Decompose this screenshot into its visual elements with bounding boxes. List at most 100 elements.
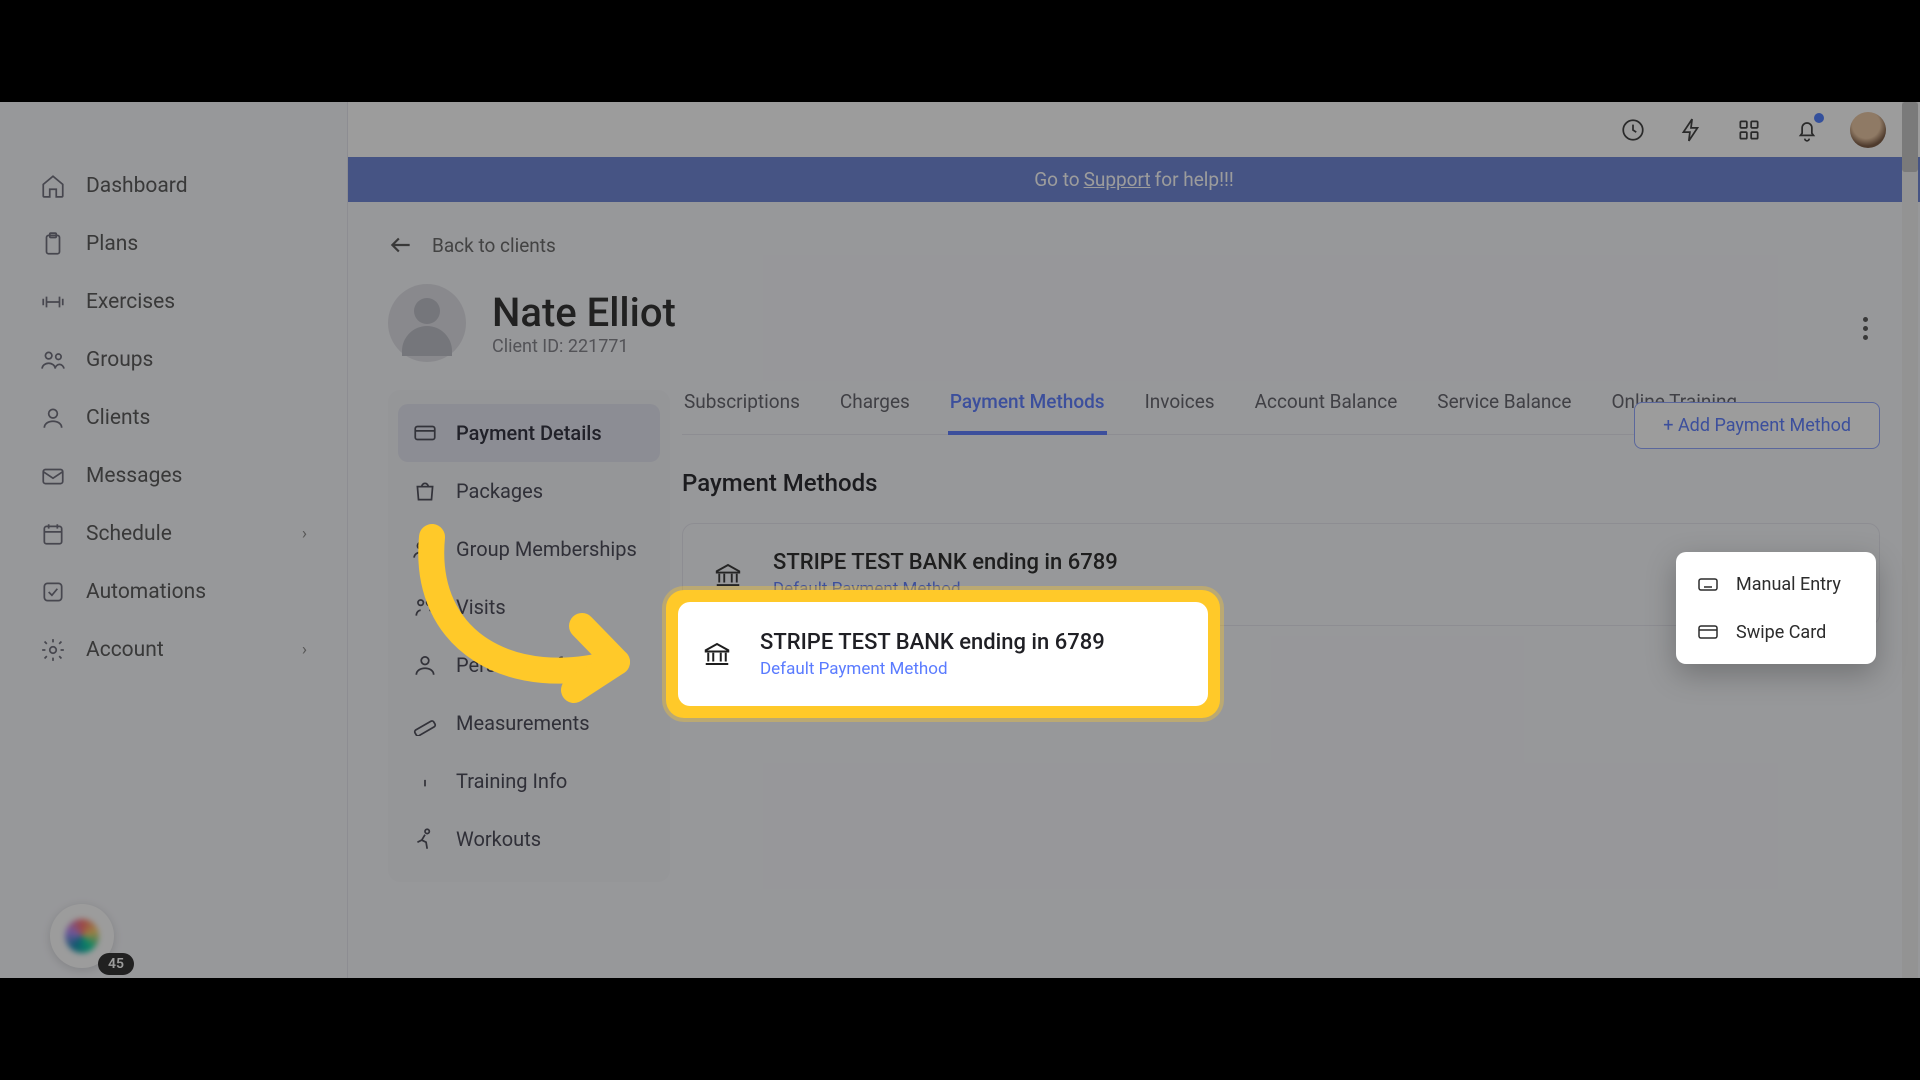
user-avatar[interactable] — [1850, 112, 1886, 148]
sidebar-item-label: Clients — [86, 406, 150, 430]
client-menu-payment-details[interactable]: Payment Details — [398, 404, 660, 462]
tab-subscriptions[interactable]: Subscriptions — [682, 390, 802, 434]
sidebar-item-label: Exercises — [86, 290, 175, 314]
scrollbar-track — [1902, 102, 1918, 978]
sidebar-item-label: Account — [86, 638, 164, 662]
annotation-spotlight: STRIPE TEST BANK ending in 6789 Default … — [666, 590, 1220, 718]
notifications-button[interactable] — [1792, 115, 1822, 145]
client-menu-label: Payment Details — [456, 421, 602, 445]
sidebar-item-clients[interactable]: Clients — [0, 389, 347, 447]
person-icon — [40, 405, 66, 431]
clipboard-icon — [40, 231, 66, 257]
card-icon — [412, 420, 438, 446]
tab-service-balance[interactable]: Service Balance — [1435, 390, 1573, 434]
people-icon — [40, 347, 66, 373]
client-menu-personal-info[interactable]: Personal Info — [398, 636, 660, 694]
apps-button[interactable] — [1734, 115, 1764, 145]
quick-actions-button[interactable] — [1676, 115, 1706, 145]
group-icon — [412, 536, 438, 562]
sidebar-item-messages[interactable]: Messages — [0, 447, 347, 505]
add-payment-method-button[interactable]: + Add Payment Method — [1634, 402, 1880, 449]
client-menu-label: Group Memberships — [456, 537, 637, 561]
tab-charges[interactable]: Charges — [838, 390, 912, 434]
bank-icon — [702, 639, 732, 669]
chevron-right-icon: › — [302, 640, 307, 660]
scrollbar-thumb[interactable] — [1902, 102, 1918, 172]
annotation-spotlight-card: STRIPE TEST BANK ending in 6789 Default … — [678, 602, 1208, 706]
arrow-left-icon — [388, 232, 414, 258]
annotation-spotlight-title: STRIPE TEST BANK ending in 6789 — [760, 630, 1105, 655]
people-small-icon — [412, 594, 438, 620]
sidebar-item-plans[interactable]: Plans — [0, 215, 347, 273]
clock-icon — [1620, 117, 1646, 143]
banner-text-suffix: for help!!! — [1155, 168, 1234, 191]
person-icon — [412, 652, 438, 678]
client-menu-training-info[interactable]: Training Info — [398, 752, 660, 810]
checkbox-icon — [40, 579, 66, 605]
client-menu: Payment Details Packages Group Membershi… — [388, 390, 670, 882]
payment-method-title: STRIPE TEST BANK ending in 6789 — [773, 550, 1118, 575]
client-menu-group-memberships[interactable]: Group Memberships — [398, 520, 660, 578]
client-menu-workouts[interactable]: Workouts — [398, 810, 660, 868]
sidebar-item-dashboard[interactable]: Dashboard — [0, 157, 347, 215]
popover-swipe-card[interactable]: Swipe Card — [1676, 608, 1876, 656]
lightning-icon — [1678, 117, 1704, 143]
popover-label: Swipe Card — [1736, 622, 1826, 643]
client-avatar — [388, 284, 466, 362]
sidebar-item-schedule[interactable]: Schedule › — [0, 505, 347, 563]
client-menu-label: Training Info — [456, 769, 567, 793]
client-more-button[interactable] — [1863, 307, 1868, 340]
client-name: Nate Elliot — [492, 289, 676, 336]
sidebar-item-automations[interactable]: Automations — [0, 563, 347, 621]
mail-icon — [40, 463, 66, 489]
client-menu-visits[interactable]: Visits — [398, 578, 660, 636]
home-icon — [40, 173, 66, 199]
tab-payment-methods[interactable]: Payment Methods — [948, 390, 1107, 435]
notification-dot-icon — [1814, 113, 1824, 123]
annotation-spotlight-subtitle: Default Payment Method — [760, 659, 1105, 679]
history-button[interactable] — [1618, 115, 1648, 145]
client-menu-label: Visits — [456, 595, 506, 619]
tab-account-balance[interactable]: Account Balance — [1253, 390, 1400, 434]
add-payment-method-popover: Manual Entry Swipe Card — [1676, 552, 1876, 664]
back-label: Back to clients — [432, 234, 556, 257]
tab-invoices[interactable]: Invoices — [1143, 390, 1217, 434]
popover-label: Manual Entry — [1736, 574, 1841, 595]
keyboard-icon — [1696, 572, 1720, 596]
sidebar-item-exercises[interactable]: Exercises — [0, 273, 347, 331]
calendar-icon — [40, 521, 66, 547]
chevron-right-icon: › — [302, 524, 307, 544]
section-title: Payment Methods — [682, 469, 1880, 497]
top-bar — [348, 102, 1920, 157]
banner-text-prefix: Go to — [1034, 168, 1079, 191]
sidebar-item-groups[interactable]: Groups — [0, 331, 347, 389]
info-icon — [412, 768, 438, 794]
primary-sidebar: Dashboard Plans Exercises Groups Clients… — [0, 102, 348, 978]
sidebar-item-label: Messages — [86, 464, 182, 488]
client-menu-measurements[interactable]: Measurements — [398, 694, 660, 752]
gear-icon — [40, 637, 66, 663]
grid-icon — [1736, 117, 1762, 143]
client-menu-label: Packages — [456, 479, 543, 503]
running-icon — [412, 826, 438, 852]
client-menu-label: Personal Info — [456, 653, 574, 677]
sidebar-item-label: Groups — [86, 348, 153, 372]
sidebar-item-label: Automations — [86, 580, 206, 604]
card-icon — [1696, 620, 1720, 644]
client-id: Client ID: 221771 — [492, 336, 676, 357]
sidebar-item-label: Dashboard — [86, 174, 188, 198]
client-menu-packages[interactable]: Packages — [398, 462, 660, 520]
popover-manual-entry[interactable]: Manual Entry — [1676, 560, 1876, 608]
more-vertical-icon — [1863, 317, 1868, 340]
application-frame: Dashboard Plans Exercises Groups Clients… — [0, 102, 1920, 978]
support-banner: Go to Support for help!!! — [348, 157, 1920, 202]
client-menu-label: Workouts — [456, 827, 541, 851]
ruler-icon — [412, 710, 438, 736]
bank-icon — [713, 560, 743, 590]
banner-support-link[interactable]: Support — [1084, 168, 1151, 191]
client-header: Nate Elliot Client ID: 221771 — [388, 284, 1880, 362]
dumbbell-icon — [40, 289, 66, 315]
back-to-clients[interactable]: Back to clients — [388, 232, 1880, 258]
bag-icon — [412, 478, 438, 504]
sidebar-item-account[interactable]: Account › — [0, 621, 347, 679]
